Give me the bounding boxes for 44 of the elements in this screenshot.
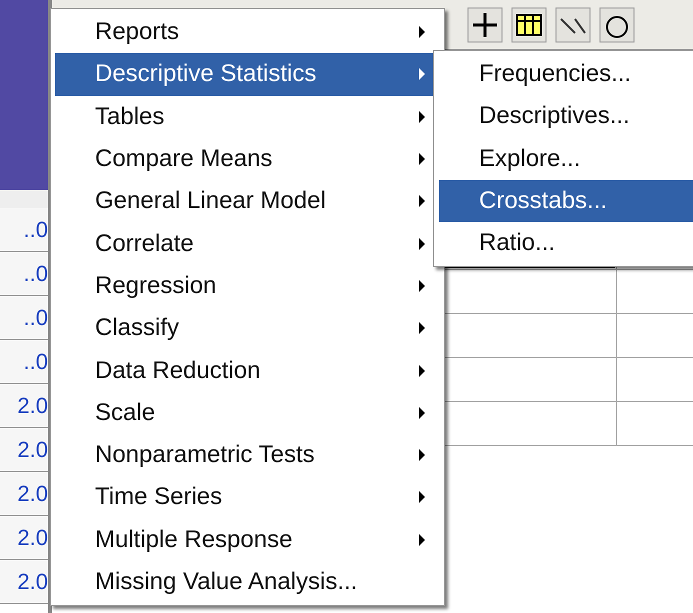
menu-item[interactable]: Compare Means	[55, 138, 440, 180]
grid-icon[interactable]	[511, 6, 547, 42]
menu-item[interactable]: Time Series	[55, 476, 440, 519]
menu-item[interactable]: Correlate	[55, 222, 440, 265]
menu-item[interactable]: Tables	[55, 96, 440, 138]
table-cell: ..0	[0, 296, 48, 340]
table-cell: ..0	[0, 208, 48, 252]
menu-item[interactable]: Crosstabs...	[439, 180, 693, 222]
table-cell: 2.0	[0, 384, 48, 428]
submenu-arrow-icon	[418, 364, 426, 378]
table-cell: ..0	[0, 252, 48, 296]
menu-item[interactable]: Frequencies...	[439, 53, 693, 96]
menu-item[interactable]: Regression	[55, 264, 440, 308]
menu-item[interactable]: Descriptives...	[439, 95, 693, 138]
menu-item[interactable]: Ratio...	[439, 222, 693, 264]
table-cell: 2.0	[0, 428, 48, 472]
submenu-arrow-icon	[418, 236, 426, 251]
submenu-arrow-icon	[418, 278, 426, 293]
menu-item[interactable]: Reports	[55, 11, 440, 54]
submenu-arrow-icon	[418, 448, 426, 462]
submenu-arrow-icon	[418, 152, 426, 166]
menu-item[interactable]: Explore...	[439, 138, 693, 180]
submenu-arrow-icon	[418, 67, 426, 82]
table-cell: ..0	[0, 340, 48, 384]
menu-item[interactable]: Nonparametric Tests	[55, 434, 440, 476]
table-cell: 2.0	[0, 560, 48, 604]
submenu-arrow-icon	[418, 532, 426, 547]
menu-item[interactable]: Multiple Response	[55, 518, 440, 561]
submenu-arrow-icon	[418, 321, 426, 336]
table-cell: 2.0	[0, 516, 48, 560]
menu-item[interactable]: General Linear Model	[55, 180, 440, 222]
menu-item[interactable]: Classify	[55, 307, 440, 350]
menu-item[interactable]: Missing Value Analysis...	[55, 560, 440, 604]
toolbar-icon[interactable]	[555, 6, 591, 42]
submenu-arrow-icon	[418, 406, 426, 420]
menu-item[interactable]: Scale	[55, 392, 440, 434]
submenu-arrow-icon	[418, 194, 426, 208]
submenu-arrow-icon	[418, 490, 426, 504]
toolbar-icon[interactable]	[599, 6, 635, 42]
submenu-arrow-icon	[418, 110, 426, 124]
menu-item[interactable]: Data Reduction	[55, 349, 440, 392]
toolbar-icon[interactable]	[467, 6, 503, 42]
table-cell: 2.0	[0, 472, 48, 516]
submenu-arrow-icon	[418, 25, 426, 40]
